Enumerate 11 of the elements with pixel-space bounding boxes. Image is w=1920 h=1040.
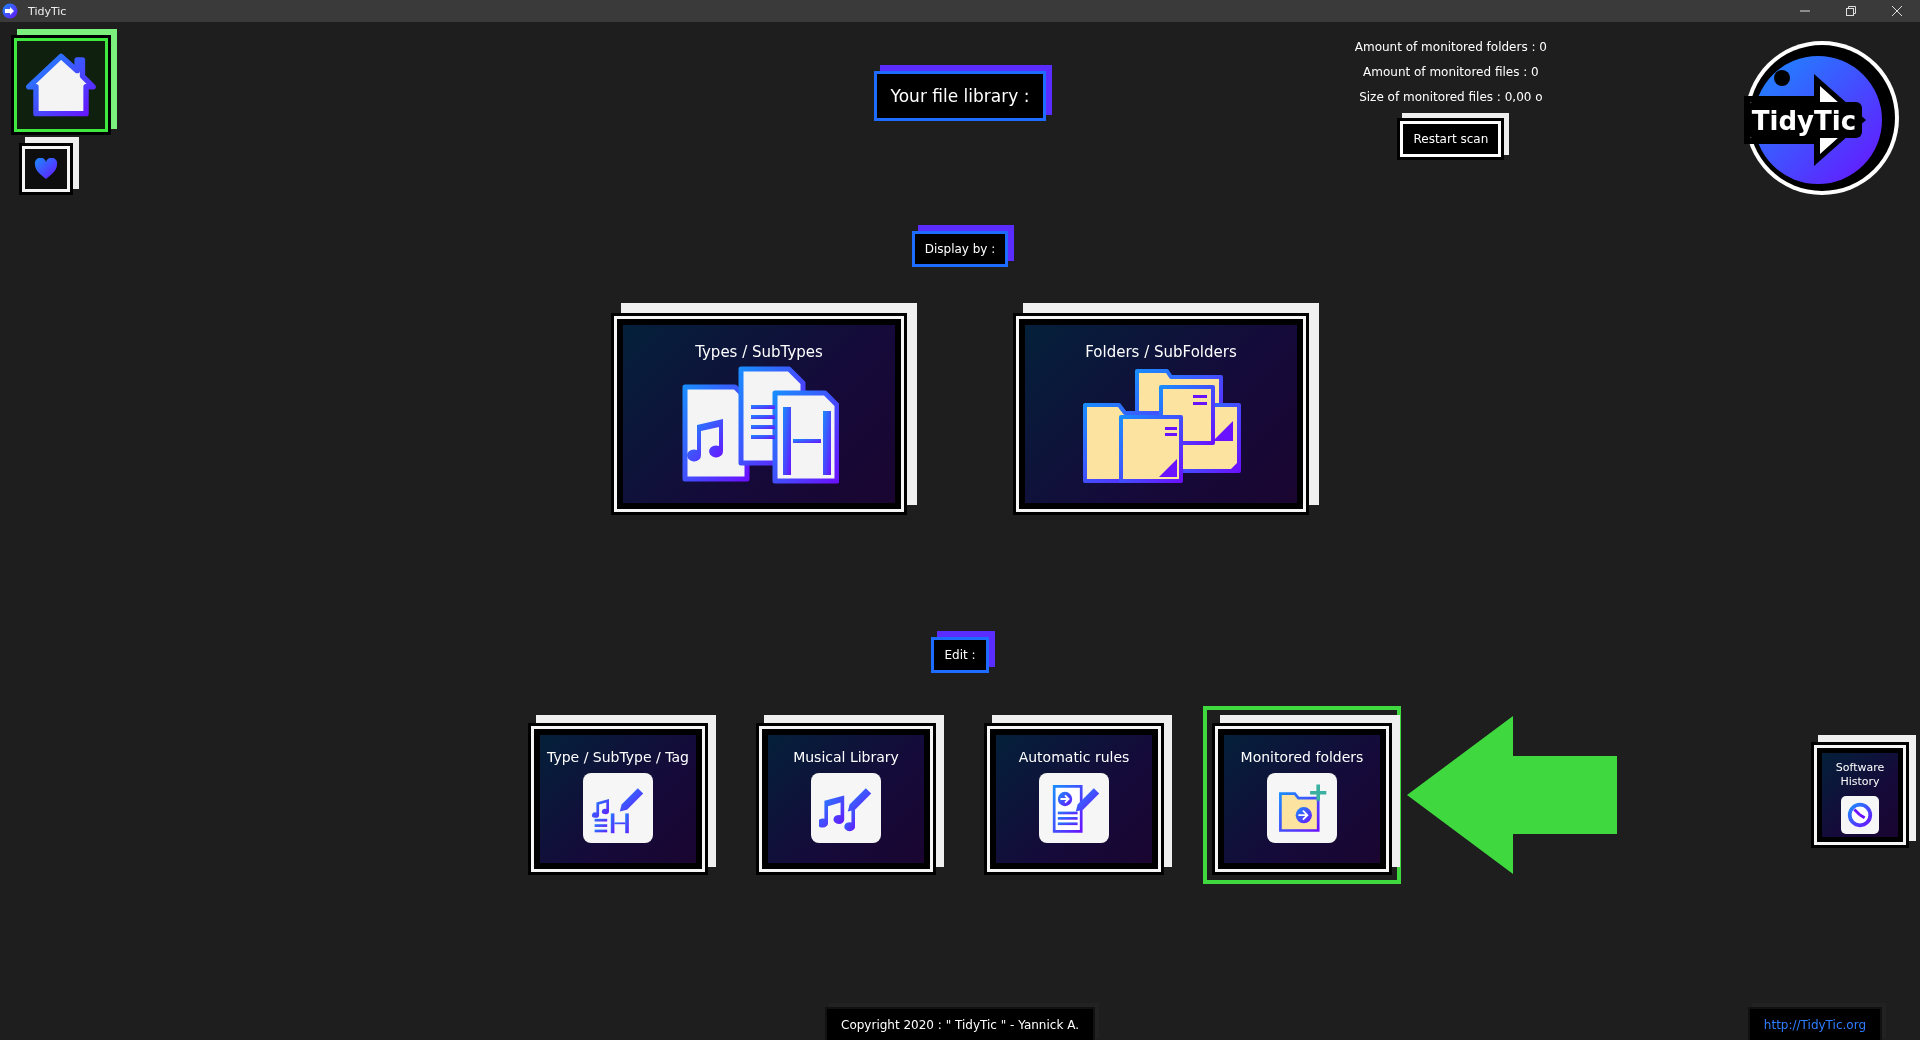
- clock-icon: [1846, 800, 1874, 829]
- stat-text: Amount of monitored folders : 0: [1354, 40, 1547, 54]
- stat-text: Amount of monitored files : 0: [1363, 65, 1539, 79]
- house-icon: [25, 51, 97, 119]
- heart-icon: [34, 158, 58, 180]
- window-title: TidyTic: [28, 4, 67, 18]
- stat-text: Size of monitored files : 0,00 o: [1359, 90, 1543, 104]
- tidytic-logo: TidyTic: [1742, 38, 1902, 198]
- app-icon: [2, 3, 18, 19]
- restore-icon[interactable]: [1846, 6, 1856, 16]
- close-icon[interactable]: [1892, 6, 1902, 16]
